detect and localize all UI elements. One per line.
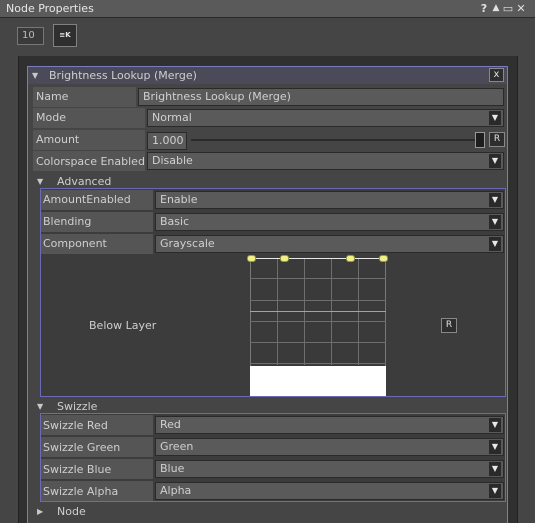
chevron-down-icon[interactable]: ▼: [489, 111, 501, 125]
grid-line: [250, 321, 386, 322]
chevron-down-icon[interactable]: ▼: [489, 154, 501, 168]
component-label: Component: [43, 237, 107, 250]
swizzle-blue-dropdown[interactable]: Blue: [155, 460, 504, 478]
collapse-icon[interactable]: ▲: [490, 1, 502, 16]
collapse-arrow-icon[interactable]: ▼: [32, 71, 38, 80]
grid-line: [250, 342, 386, 343]
colorspace-dropdown[interactable]: Disable: [147, 152, 504, 170]
curve-gradient-strip: [250, 366, 386, 396]
curve-label: Below Layer: [89, 319, 157, 332]
swizzle-alpha-label: Swizzle Alpha: [43, 485, 119, 498]
name-input[interactable]: Brightness Lookup (Merge): [138, 88, 504, 106]
chevron-down-icon[interactable]: ▼: [489, 484, 501, 498]
cache-button[interactable]: ≡K: [53, 24, 77, 47]
name-label: Name: [36, 90, 69, 103]
control-point[interactable]: [346, 255, 355, 262]
control-point[interactable]: [280, 255, 289, 262]
chevron-down-icon[interactable]: ▼: [489, 440, 501, 454]
control-point[interactable]: [379, 255, 388, 262]
node-close-button[interactable]: x: [489, 68, 504, 82]
window-title: Node Properties: [6, 2, 94, 15]
help-icon[interactable]: ?: [478, 1, 490, 16]
chevron-down-icon[interactable]: ▼: [489, 193, 501, 207]
swizzle-red-label: Swizzle Red: [43, 419, 108, 432]
grid-line: [250, 300, 386, 301]
swizzle-alpha-dropdown[interactable]: Alpha: [155, 482, 504, 500]
grid-line: [250, 363, 386, 364]
control-point[interactable]: [247, 255, 256, 262]
mode-dropdown[interactable]: Normal: [147, 109, 504, 127]
collapse-arrow-icon[interactable]: ▼: [37, 177, 43, 186]
component-dropdown[interactable]: Grayscale: [155, 235, 504, 253]
amount-input[interactable]: 1.000: [147, 132, 187, 150]
amount-reset-button[interactable]: R: [489, 132, 505, 147]
node-section-title[interactable]: Node: [57, 505, 86, 518]
grid-line: [250, 278, 386, 279]
blending-label: Blending: [43, 215, 92, 228]
advanced-title[interactable]: Advanced: [57, 175, 111, 188]
amount-enabled-dropdown[interactable]: Enable: [155, 191, 504, 209]
amount-slider-handle[interactable]: [475, 132, 485, 148]
node-title: Brightness Lookup (Merge): [49, 69, 197, 82]
colorspace-label: Colorspace Enabled: [36, 155, 145, 168]
expand-arrow-icon[interactable]: ▶: [37, 507, 43, 516]
top-curve-line: [250, 258, 386, 259]
blending-dropdown[interactable]: Basic: [155, 213, 504, 231]
collapse-arrow-icon[interactable]: ▼: [37, 402, 43, 411]
close-icon[interactable]: ✕: [515, 1, 527, 16]
swizzle-title[interactable]: Swizzle: [57, 400, 97, 413]
green-curve-line: [250, 311, 386, 312]
frame-field[interactable]: 10: [17, 27, 44, 45]
amount-label: Amount: [36, 133, 80, 146]
swizzle-green-dropdown[interactable]: Green: [155, 438, 504, 456]
mode-label: Mode: [36, 111, 66, 124]
float-icon[interactable]: ▭: [502, 1, 514, 16]
swizzle-green-label: Swizzle Green: [43, 441, 121, 454]
chevron-down-icon[interactable]: ▼: [489, 418, 501, 432]
amount-enabled-label: AmountEnabled: [43, 193, 131, 206]
swizzle-red-dropdown[interactable]: Red: [155, 416, 504, 434]
chevron-down-icon[interactable]: ▼: [489, 462, 501, 476]
curve-reset-button[interactable]: R: [441, 318, 457, 333]
chevron-down-icon[interactable]: ▼: [489, 215, 501, 229]
swizzle-blue-label: Swizzle Blue: [43, 463, 112, 476]
chevron-down-icon[interactable]: ▼: [489, 237, 501, 251]
amount-slider-track[interactable]: [191, 139, 485, 141]
